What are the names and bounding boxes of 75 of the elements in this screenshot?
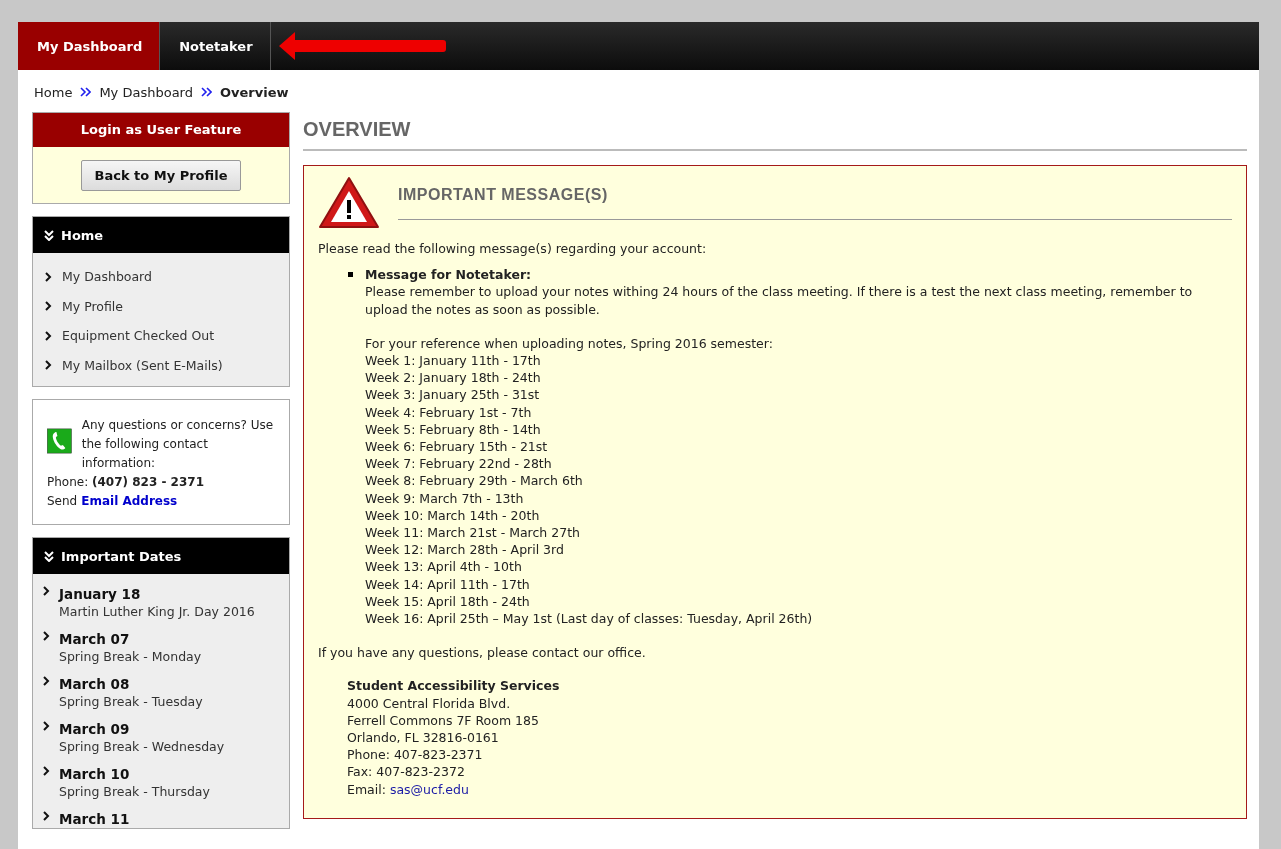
date-description: Martin Luther King Jr. Day 2016 — [59, 603, 255, 620]
bullet-icon — [348, 272, 353, 278]
date-description: Spring Break - Monday — [59, 648, 202, 665]
week-line: Week 4: February 1st - 7th — [365, 403, 533, 421]
outro-text: If you have any questions, please contact our office. — [318, 644, 647, 662]
date-label: March 11 — [59, 811, 130, 828]
email-link[interactable]: sas@ucf.edu — [389, 780, 469, 798]
nav-tab[interactable]: My Dashboard — [18, 22, 161, 70]
chevron-icon — [45, 360, 52, 371]
chevron-icon — [45, 301, 52, 312]
chevron-icon — [43, 631, 50, 641]
address-line: Fax: 407-823-2372 — [347, 763, 466, 781]
email-label: Email: — [347, 780, 386, 798]
message-title: IMPORTANT MESSAGE(S) — [398, 172, 1232, 220]
phone-number: Phone: (407) 823 - 2371 — [47, 474, 205, 491]
sidebar-link[interactable]: My Profile — [62, 298, 124, 314]
chevron-icon — [43, 586, 50, 596]
address-line: Ferrell Commons 7F Room 185 — [347, 711, 540, 730]
week-line: Week 1: January 11th - 17th — [365, 352, 542, 370]
week-line: Week 13: April 4th - 10th — [365, 558, 523, 576]
breadcrumb-link[interactable]: Overview — [219, 84, 289, 100]
address-line: 4000 Central Florida Blvd. — [347, 694, 512, 712]
back-to-profile-button[interactable]: Back to My Profile — [80, 160, 242, 191]
week-line: Week 15: April 18th - 24th — [365, 592, 531, 611]
breadcrumb-link[interactable]: Home — [34, 84, 73, 100]
breadcrumb-link[interactable]: My Dashboard — [99, 84, 193, 100]
address-line: Orlando, FL 32816-0161 — [347, 729, 500, 747]
panel-title: Login as User Feature — [33, 113, 289, 147]
week-line: Week 10: March 14th - 20th — [365, 506, 541, 525]
double-chevron-icon — [44, 550, 54, 562]
week-line: Week 5: February 8th - 14th — [365, 420, 542, 439]
chevron-icon — [43, 766, 50, 776]
chevron-icon — [43, 811, 50, 821]
week-line: Week 14: April 11th - 17th — [365, 575, 531, 593]
message-heading: Message for Notetaker: — [365, 266, 533, 284]
chevron-icon — [43, 721, 50, 731]
week-line: Week 8: February 29th - March 6th — [365, 472, 584, 490]
chevron-icon — [45, 271, 52, 282]
panel-title: Home — [61, 227, 104, 243]
date-label: March 07 — [59, 631, 131, 648]
week-line: Week 9: March 7th - 13th — [365, 489, 525, 507]
nav-tab[interactable]: Notetaker — [160, 22, 271, 70]
double-chevron-icon — [44, 229, 54, 241]
send-label: Send — [47, 493, 78, 510]
contact-text: Any questions or concerns? Use the following contact information: — [81, 417, 275, 472]
message-text: Please remember to upload your notes withing 24 hours of the class meeting. If there is a test the next class meeting, remember to upload the notes as soon as possible. — [365, 283, 1194, 318]
page-heading: OVERVIEW — [303, 112, 1247, 151]
office-name: Student Accessibility Services — [347, 677, 561, 695]
panel-title: Important Dates — [61, 548, 182, 564]
date-label: March 10 — [59, 766, 131, 783]
date-description: Spring Break - Thursday — [59, 783, 210, 800]
double-chevron-icon — [80, 87, 92, 97]
date-label: March 09 — [59, 721, 131, 738]
chevron-icon — [43, 676, 50, 686]
week-line: Week 16: April 25th – May 1st (Last day of classes: Tuesday, April 26th) — [365, 610, 814, 628]
date-description: Spring Break - Tuesday — [59, 693, 203, 710]
week-line: Week 7: February 22nd - 28th — [365, 455, 553, 473]
sidebar-link[interactable]: My Dashboard — [62, 269, 152, 285]
date-description: Spring Break - Wednesday — [59, 738, 225, 755]
warning-icon — [318, 176, 380, 230]
address-line: Phone: 407-823-2371 — [347, 746, 484, 764]
double-chevron-icon — [200, 87, 212, 97]
intro-text: Please read the following message(s) regarding your account: — [318, 240, 708, 258]
week-line: Week 2: January 18th - 24th — [365, 369, 542, 387]
week-line: Week 11: March 21st - March 27th — [365, 524, 581, 542]
week-line: Week 3: January 25th - 31st — [365, 386, 541, 404]
week-line: Week 6: February 15th - 21st — [365, 438, 549, 456]
week-line: Week 12: March 28th - April 3rd — [365, 541, 565, 559]
reference-text: For your reference when uploading notes, Spring 2016 semester: — [365, 334, 774, 352]
email-link[interactable]: Email Address — [81, 492, 178, 511]
sidebar-link[interactable]: Equipment Checked Out — [62, 328, 215, 344]
sidebar-link[interactable]: My Mailbox (Sent E-Mails) — [62, 357, 223, 373]
chevron-icon — [45, 330, 52, 341]
date-label: January 18 — [59, 586, 142, 603]
date-label: March 08 — [59, 676, 131, 693]
